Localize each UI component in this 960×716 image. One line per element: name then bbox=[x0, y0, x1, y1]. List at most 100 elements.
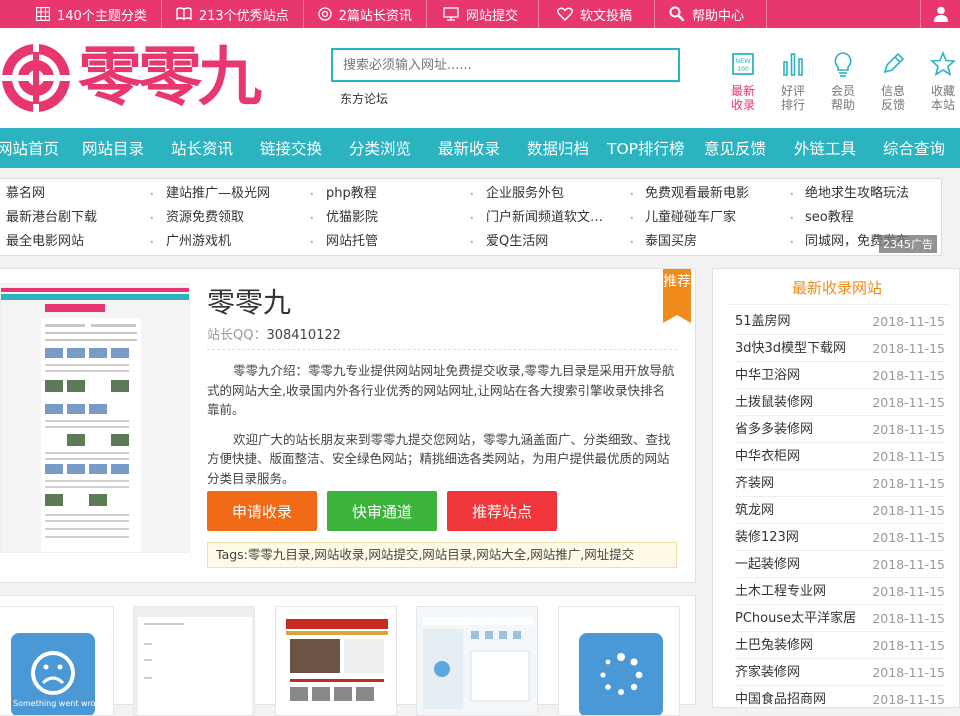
site-date: 2018-11-15 bbox=[872, 422, 945, 437]
link-item[interactable]: 慕名网 bbox=[6, 182, 45, 206]
list-item[interactable]: 一起装修网 2018-11-15 bbox=[735, 551, 945, 578]
list-item[interactable]: 51盖房网 2018-11-15 bbox=[735, 308, 945, 335]
nav-top-ranking[interactable]: TOP排行榜 bbox=[607, 137, 685, 159]
list-item[interactable]: 中华衣柜网 2018-11-15 bbox=[735, 443, 945, 470]
desc-paragraph-2: 欢迎广大的站长朋友来到零零九提交您网站，零零九涵盖面广、分类细致、查找方便快捷、… bbox=[207, 431, 671, 486]
apply-button[interactable]: 申请收录 bbox=[207, 491, 317, 531]
site-date: 2018-11-15 bbox=[872, 503, 945, 518]
link-item[interactable]: 最全电影网站 bbox=[6, 230, 84, 254]
link-item[interactable]: 优猫影院 bbox=[326, 206, 378, 230]
list-item[interactable]: 土木工程专业网 2018-11-15 bbox=[735, 578, 945, 605]
feedback-button[interactable]: 信息 反馈 bbox=[868, 50, 918, 112]
site-name[interactable]: 中国食品招商网 bbox=[735, 686, 826, 712]
site-name[interactable]: 土拨鼠装修网 bbox=[735, 389, 813, 415]
member-help-label-2: 帮助 bbox=[830, 98, 855, 112]
site-name[interactable]: 51盖房网 bbox=[735, 308, 791, 334]
topbar-sites[interactable]: 213个优秀站点 bbox=[162, 0, 304, 28]
nav-backlink-tools[interactable]: 外链工具 bbox=[794, 137, 856, 159]
site-name[interactable]: 土巴兔装修网 bbox=[735, 632, 813, 658]
list-item[interactable]: 中华卫浴网 2018-11-15 bbox=[735, 362, 945, 389]
topbar-article[interactable]: 软文投稿 bbox=[539, 0, 655, 28]
screenshot-image bbox=[1, 284, 189, 552]
site-name[interactable]: 齐装网 bbox=[735, 470, 774, 496]
site-name[interactable]: 省多多装修网 bbox=[735, 416, 813, 442]
link-item[interactable]: 资源免费领取 bbox=[166, 206, 244, 230]
site-name[interactable]: 一起装修网 bbox=[735, 551, 800, 577]
user-icon bbox=[933, 6, 948, 22]
link-item[interactable]: 泰国买房 bbox=[645, 230, 697, 254]
latest-button[interactable]: NEW 100 最新 收录 bbox=[718, 50, 768, 112]
topbar-news[interactable]: 2篇站长资讯 bbox=[304, 0, 427, 28]
link-item[interactable]: 企业服务外包 bbox=[486, 182, 564, 206]
nav-link-exchange[interactable]: 链接交换 bbox=[260, 137, 322, 159]
site-date: 2018-11-15 bbox=[872, 368, 945, 383]
bullet: · bbox=[310, 211, 314, 225]
topbar-submit[interactable]: 网站提交 bbox=[427, 0, 539, 28]
nav-directory[interactable]: 网站目录 bbox=[82, 137, 144, 159]
list-item[interactable]: PChouse太平洋家居 2018-11-15 bbox=[735, 605, 945, 632]
bullet: · bbox=[790, 235, 794, 249]
links-row: 最新港台剧下载 · 资源免费领取 · 优猫影院 · 门户新闻频道软文… · 儿童… bbox=[0, 206, 942, 230]
nav-categories[interactable]: 分类浏览 bbox=[349, 137, 411, 159]
latest-label-1: 最新 bbox=[730, 84, 755, 98]
fast-review-button[interactable]: 快审通道 bbox=[327, 491, 437, 531]
nav-query[interactable]: 综合查询 bbox=[883, 137, 945, 159]
list-item[interactable]: 土拨鼠装修网 2018-11-15 bbox=[735, 389, 945, 416]
site-tags[interactable]: Tags:零零九目录,网站收录,网站提交,网站目录,网站大全,网站推广,网址提交 bbox=[207, 542, 677, 568]
list-item[interactable]: 3d快3d模型下载网 2018-11-15 bbox=[735, 335, 945, 362]
site-name[interactable]: 3d快3d模型下载网 bbox=[735, 335, 846, 361]
site-name[interactable]: 齐家装修网 bbox=[735, 659, 800, 685]
list-item[interactable]: 齐装网 2018-11-15 bbox=[735, 470, 945, 497]
hot-search-link[interactable]: 东方论坛 bbox=[340, 90, 388, 107]
site-name[interactable]: 中华卫浴网 bbox=[735, 362, 800, 388]
site-name[interactable]: 筑龙网 bbox=[735, 497, 774, 523]
link-item[interactable]: 门户新闻频道软文… bbox=[486, 206, 603, 230]
topbar-sites-label: 213个优秀站点 bbox=[198, 8, 289, 24]
ad-tag[interactable]: 2345广告 bbox=[879, 235, 937, 253]
search-input[interactable] bbox=[333, 50, 678, 80]
list-item[interactable]: 装修123网 2018-11-15 bbox=[735, 524, 945, 551]
site-header: 零零九 东方论坛 NEW100 最新 收录 好评 排行 会员 帮助 信息 反馈 … bbox=[0, 28, 960, 128]
topbar-help[interactable]: 帮助中心 bbox=[655, 0, 767, 28]
list-item[interactable]: 筑龙网 2018-11-15 bbox=[735, 497, 945, 524]
link-item[interactable]: 广州游戏机 bbox=[166, 230, 231, 254]
links-row: 慕名网 · 建站推广—极光网 · php教程 · 企业服务外包 · 免费观看最新… bbox=[0, 182, 942, 206]
topbar-categories[interactable]: 140个主题分类 bbox=[0, 0, 162, 28]
bullet: · bbox=[630, 187, 634, 201]
user-button[interactable] bbox=[920, 0, 960, 28]
desc-paragraph-1: 零零九介绍：零零九专业提供网站网址免费提交收录,零零九目录是采用开放导航式的网站… bbox=[207, 363, 675, 417]
list-item[interactable]: 省多多装修网 2018-11-15 bbox=[735, 416, 945, 443]
link-item[interactable]: php教程 bbox=[326, 182, 377, 206]
divider bbox=[207, 349, 677, 350]
link-item[interactable]: 最新港台剧下载 bbox=[6, 206, 97, 230]
bookmark-button[interactable]: 收藏 本站 bbox=[918, 50, 960, 112]
site-date: 2018-11-15 bbox=[872, 395, 945, 410]
nav-latest[interactable]: 最新收录 bbox=[438, 137, 500, 159]
link-item[interactable]: 儿童碰碰车厂家 bbox=[645, 206, 736, 230]
site-name[interactable]: 土木工程专业网 bbox=[735, 578, 826, 604]
link-item[interactable]: 爱Q生活网 bbox=[486, 230, 548, 254]
site-name[interactable]: 中华衣柜网 bbox=[735, 443, 800, 469]
site-name[interactable]: 装修123网 bbox=[735, 524, 799, 550]
link-item[interactable]: 绝地求生攻略玩法 bbox=[805, 182, 909, 206]
list-item[interactable]: 齐家装修网 2018-11-15 bbox=[735, 659, 945, 686]
nav-home[interactable]: 网站首页 bbox=[0, 137, 59, 159]
site-date: 2018-11-15 bbox=[872, 530, 945, 545]
svg-text:100: 100 bbox=[737, 66, 749, 73]
link-item[interactable]: 网站托管 bbox=[326, 230, 378, 254]
list-item[interactable]: 土巴兔装修网 2018-11-15 bbox=[735, 632, 945, 659]
member-help-button[interactable]: 会员 帮助 bbox=[818, 50, 868, 112]
recommend-button[interactable]: 推荐站点 bbox=[447, 491, 557, 531]
link-item[interactable]: seo教程 bbox=[805, 206, 854, 230]
ranking-button[interactable]: 好评 排行 bbox=[768, 50, 818, 112]
nav-archive[interactable]: 数据归档 bbox=[527, 137, 589, 159]
link-item[interactable]: 免费观看最新电影 bbox=[645, 182, 749, 206]
site-date: 2018-11-15 bbox=[872, 476, 945, 491]
qq-label: 站长QQ： bbox=[207, 328, 267, 343]
site-logo[interactable]: 零零九 bbox=[0, 42, 262, 114]
nav-feedback[interactable]: 意见反馈 bbox=[704, 137, 766, 159]
nav-news[interactable]: 站长资讯 bbox=[171, 137, 233, 159]
site-name[interactable]: PChouse太平洋家居 bbox=[735, 605, 856, 631]
site-screenshot[interactable] bbox=[0, 283, 190, 553]
link-item[interactable]: 建站推广—极光网 bbox=[166, 182, 270, 206]
